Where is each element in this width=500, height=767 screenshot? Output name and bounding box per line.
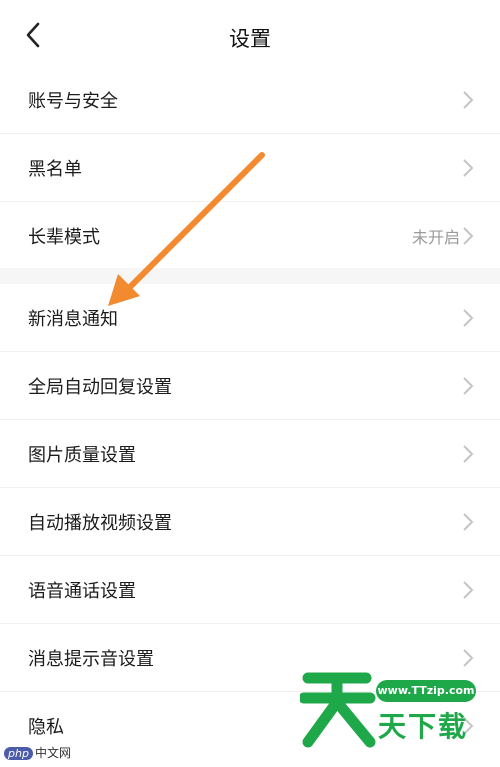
settings-item-elder-mode[interactable]: 长辈模式 未开启 <box>0 202 500 269</box>
settings-item-label: 隐私 <box>28 716 64 738</box>
chevron-right-icon <box>463 158 474 177</box>
settings-item-new-message-notification[interactable]: 新消息通知 <box>0 284 500 352</box>
settings-group-account: 账号与安全 黑名单 长辈模式 未开启 <box>0 66 500 269</box>
chevron-right-icon <box>463 226 474 245</box>
php-watermark: php 中文网 <box>4 744 71 761</box>
settings-item-label: 语音通话设置 <box>28 580 136 602</box>
chevron-right-icon <box>463 512 474 531</box>
php-watermark-text: 中文网 <box>34 746 71 760</box>
chevron-right-icon <box>463 648 474 667</box>
settings-item-auto-reply[interactable]: 全局自动回复设置 <box>0 352 500 420</box>
settings-item-account-security[interactable]: 账号与安全 <box>0 66 500 134</box>
settings-item-label: 全局自动回复设置 <box>28 376 172 398</box>
elder-mode-status: 未开启 <box>411 227 460 247</box>
settings-item-label: 账号与安全 <box>28 90 118 112</box>
settings-item-label: 长辈模式 <box>28 226 100 248</box>
page-title: 设置 <box>229 27 271 51</box>
php-badge: php <box>4 747 33 760</box>
section-divider <box>0 268 500 284</box>
chevron-right-icon <box>463 308 474 327</box>
settings-item-autoplay-video[interactable]: 自动播放视频设置 <box>0 488 500 556</box>
settings-item-label: 自动播放视频设置 <box>28 512 172 534</box>
settings-item-label: 消息提示音设置 <box>28 648 154 670</box>
settings-item-blacklist[interactable]: 黑名单 <box>0 134 500 202</box>
chevron-right-icon <box>463 376 474 395</box>
settings-item-voice-call[interactable]: 语音通话设置 <box>0 556 500 624</box>
chevron-right-icon <box>463 90 474 109</box>
chevron-right-icon <box>463 580 474 599</box>
header-bar: 设置 <box>0 0 500 67</box>
watermark-slogan: 天下载 <box>378 710 469 743</box>
settings-item-label: 图片质量设置 <box>28 444 136 466</box>
settings-item-label: 黑名单 <box>28 158 82 180</box>
settings-item-image-quality[interactable]: 图片质量设置 <box>0 420 500 488</box>
settings-item-label: 新消息通知 <box>28 308 118 330</box>
chevron-right-icon <box>463 444 474 463</box>
watermark-url: www.TTzip.com <box>376 680 476 702</box>
